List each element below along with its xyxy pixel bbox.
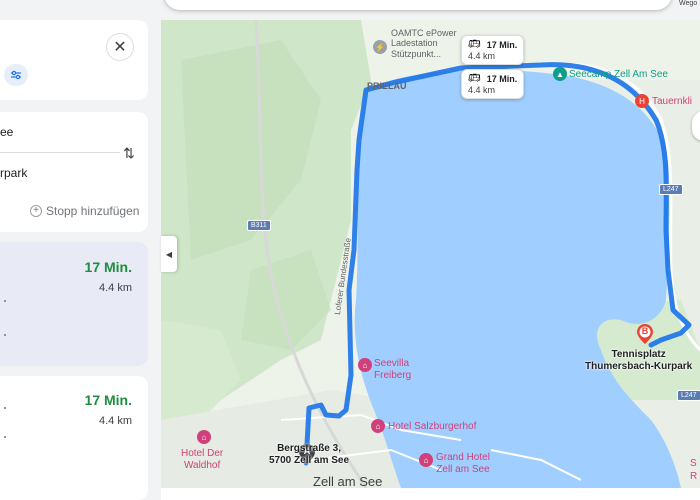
search-bar[interactable] [164,0,672,10]
swap-vertical-icon: ⇅ [123,144,135,161]
route-distance: 4.4 km [98,415,132,427]
bubble-time: 17 Min. [486,39,518,50]
road-shield-b311: B311 [247,220,271,231]
origin-label: Bergstraße 3, 5700 Zell am See [269,443,350,466]
add-stop-label: Stopp hinzufügen [46,204,140,218]
map-svg [161,20,700,488]
poi-salzburgerhof-label[interactable]: Hotel Salzburgerhof [388,421,476,433]
origin-field[interactable]: ee [0,125,13,139]
top-right-label: Wego [679,0,698,7]
edge-label-s: S [690,458,697,469]
route-bubble-2[interactable]: 🚌︎ 17 Min. 4.4 km [461,69,525,99]
hotel-icon: ⌂ [419,453,433,467]
collapse-panel-button[interactable]: ◀ [161,236,177,272]
bottom-bar [161,488,700,500]
add-stop-button[interactable]: + Stopp hinzufügen [30,204,139,218]
destination-marker[interactable]: B [637,324,653,344]
route-detail-dot [4,334,6,336]
route-distance: 4.4 km [98,282,132,294]
bubble-distance: 4.4 km [468,85,496,95]
road-shield-l247: L247 [659,184,683,195]
campground-icon: ▲ [553,67,567,81]
hotel-icon: ⌂ [358,358,372,372]
route-time: 17 Min. [84,392,132,408]
route-option-2[interactable]: 17 Min. 4.4 km [0,376,148,500]
poi-seecamp-label[interactable]: Seecamp Zell Am See [569,69,668,81]
edge-label-r: R [690,471,698,482]
route-detail-dot [4,436,6,438]
hospital-icon: H [635,94,649,108]
hotel-icon: ⌂ [197,430,211,444]
bubble-time: 17 Min. [486,73,518,84]
directions-panel: ✕ ee rpark ⇅ + Stopp hinzufügen 17 Min. … [0,0,160,500]
bus-icon: 🚌︎ [468,73,481,84]
close-icon: ✕ [113,39,127,56]
road-shield-l247: L247 [677,390,700,401]
poi-grand-hotel-label[interactable]: Grand Hotel Zell am See [436,452,490,475]
close-button[interactable]: ✕ [106,33,134,61]
route-detail-dot [4,300,6,302]
route-option-1[interactable]: 17 Min. 4.4 km [0,242,148,366]
place-label-prielau: PRIELAU [367,81,407,91]
swap-button[interactable]: ⇅ [120,144,138,162]
route-detail-dot [4,407,6,409]
caret-left-icon: ◀ [165,249,173,259]
bus-icon: 🚌︎ [468,39,481,50]
destination-label: Tennisplatz Thumersbach-Kurpark [585,349,693,372]
field-divider [0,152,120,153]
town-label: Zell am See [313,474,383,488]
bubble-distance: 4.4 km [468,51,496,61]
route-bubble-1[interactable]: 🚌︎ 17 Min. 4.4 km [461,35,525,65]
route-options-button[interactable] [4,64,28,86]
hotel-icon: ⌂ [371,419,385,433]
poi-seevilla-label[interactable]: Seevilla Freiberg [374,358,411,381]
destination-field[interactable]: rpark [0,166,27,180]
poi-waldhof-label[interactable]: Hotel Der Waldhof [181,448,223,471]
tune-icon [11,70,21,80]
route-time: 17 Min. [84,259,132,275]
maps-window: ✕ ee rpark ⇅ + Stopp hinzufügen 17 Min. … [0,0,700,500]
panel-header-card [0,20,148,100]
add-circle-icon: + [30,205,42,217]
destination-marker-letter: B [641,326,649,336]
ev-charging-icon: ⚡ [373,40,387,54]
map-canvas[interactable]: B311 L247 L247 ⚡ OAMTC ePower Ladestatio… [161,20,700,488]
poi-oamtc-label[interactable]: OAMTC ePower Ladestation Stützpunkt... [391,28,457,59]
poi-tauernklinikum-label[interactable]: Tauernkli [652,96,692,108]
